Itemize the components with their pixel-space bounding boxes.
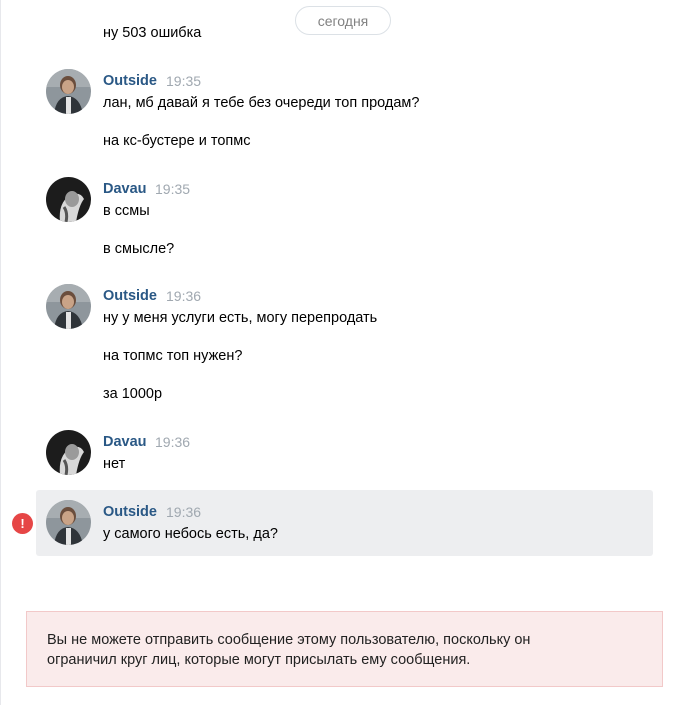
message-text: на кс-бустере и топмс: [103, 133, 251, 149]
message-text: у самого небось есть, да?: [103, 526, 278, 542]
message-text: в смысле?: [103, 241, 175, 257]
notice-line: Вы не можете отправить сообщение этому п…: [47, 632, 531, 648]
message-author[interactable]: Davau: [103, 432, 147, 452]
message-text: на топмс топ нужен?: [103, 348, 243, 364]
message-time[interactable]: 19:36: [166, 286, 201, 306]
message-time[interactable]: 19:35: [155, 179, 190, 199]
davau-avatar[interactable]: [46, 177, 91, 222]
message-time[interactable]: 19:36: [155, 432, 190, 452]
message-text: за 1000р: [103, 386, 163, 402]
message-time[interactable]: 19:36: [166, 502, 201, 522]
outside-avatar[interactable]: [46, 284, 91, 329]
date-separator: сегодня: [295, 6, 391, 35]
message-text: в ссмы: [103, 203, 150, 219]
chat-left-border: [0, 0, 1, 705]
message-text: нет: [103, 456, 126, 472]
message-author[interactable]: Outside: [103, 502, 157, 522]
message-author[interactable]: Outside: [103, 71, 157, 91]
failed-message-highlight[interactable]: [36, 490, 653, 556]
message-author[interactable]: Outside: [103, 286, 157, 306]
message-time[interactable]: 19:35: [166, 71, 201, 91]
restriction-notice: Вы не можете отправить сообщение этому п…: [26, 611, 663, 687]
notice-line: ограничил круг лиц, которые могут присыл…: [47, 652, 471, 668]
error-icon[interactable]: !: [12, 513, 33, 534]
outside-avatar[interactable]: [46, 69, 91, 114]
outside-avatar[interactable]: [46, 500, 91, 545]
message-text: ну 503 ошибка: [103, 25, 202, 41]
davau-avatar[interactable]: [46, 430, 91, 475]
message-text: лан, мб давай я тебе без очереди топ про…: [103, 95, 420, 111]
message-author[interactable]: Davau: [103, 179, 147, 199]
message-text: ну у меня услуги есть, могу перепродать: [103, 310, 378, 326]
